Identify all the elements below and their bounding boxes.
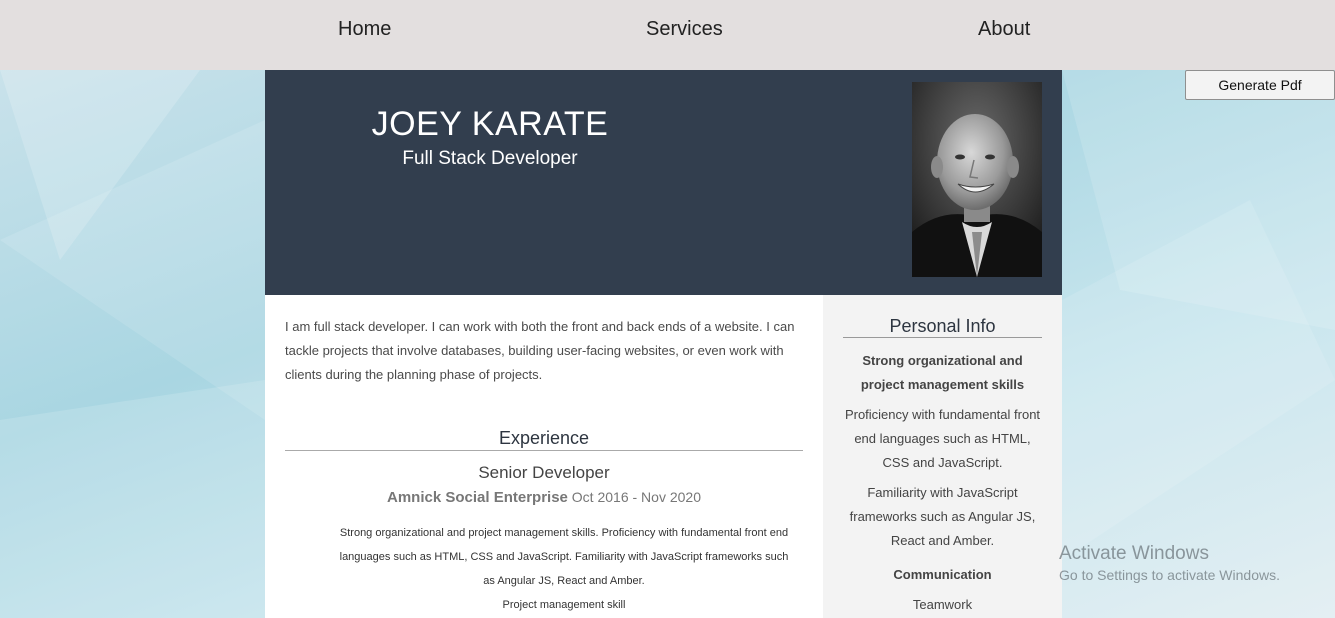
job-company: Amnick Social Enterprise	[387, 489, 568, 506]
job-title: Senior Developer	[478, 463, 610, 482]
personal-info-item: Proficiency with fundamental front end l…	[844, 407, 1041, 470]
personal-info-item: Strong organizational and project manage…	[860, 353, 1025, 392]
job-dates: Oct 2016 - Nov 2020	[571, 489, 701, 505]
main-column: I am full stack developer. I can work wi…	[265, 295, 823, 618]
nav-about-link[interactable]: About	[978, 18, 1030, 41]
personal-info-item: Teamwork	[912, 597, 973, 612]
nav-home-link[interactable]: Home	[338, 18, 391, 41]
about-text: I am full stack developer. I can work wi…	[285, 319, 795, 382]
job-company-line: Amnick Social Enterprise Oct 2016 - Nov …	[285, 489, 803, 506]
personal-info-item: Communication	[893, 567, 992, 582]
resume-header: JOEY KARATE Full Stack Developer	[265, 70, 1062, 295]
nav-services-link[interactable]: Services	[646, 18, 723, 41]
top-nav: Home Services About	[0, 0, 1335, 70]
profile-photo-icon	[912, 82, 1042, 277]
person-name: JOEY KARATE	[371, 105, 609, 143]
resume-card: JOEY KARATE Full Stack Developer I am fu…	[265, 70, 1062, 618]
watermark-subtitle: Go to Settings to activate Windows.	[1059, 567, 1280, 583]
person-title: Full Stack Developer	[402, 148, 578, 169]
personal-info-heading: Personal Info	[843, 316, 1042, 338]
sidebar: Personal Info Strong organizational and …	[823, 295, 1062, 618]
watermark-title: Activate Windows	[1059, 543, 1209, 564]
activate-windows-watermark: Activate Windows Go to Settings to activ…	[1059, 543, 1280, 583]
personal-info-item: Familiarity with JavaScript frameworks s…	[849, 485, 1036, 548]
profile-photo	[912, 82, 1042, 277]
experience-heading: Experience	[285, 428, 803, 451]
job-description: Strong organizational and project manage…	[339, 527, 789, 587]
job-skill: Project management skill	[502, 599, 626, 611]
generate-pdf-button[interactable]: Generate Pdf	[1185, 70, 1335, 100]
